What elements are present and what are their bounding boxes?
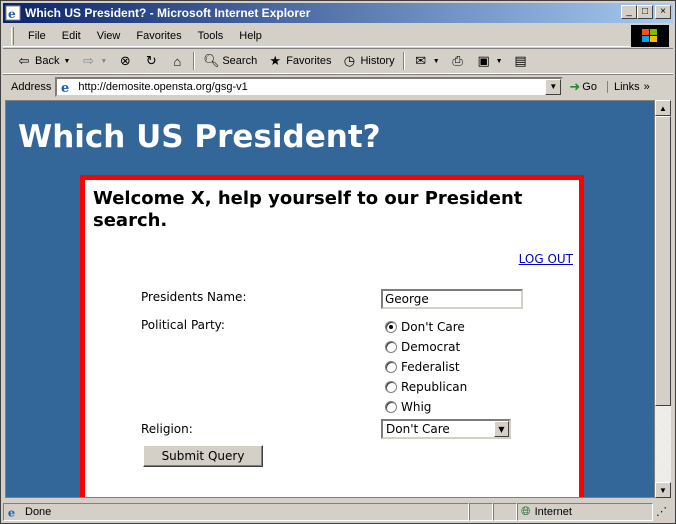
resize-grip-icon[interactable]: ⋰ [653, 503, 671, 521]
address-dropdown-icon[interactable]: ▼ [545, 78, 562, 95]
security-zone-pane: 🌐︎ Internet [517, 502, 653, 521]
edit-dropdown-icon[interactable]: ▼ [496, 58, 503, 65]
status-pane [493, 502, 517, 521]
edit-icon: ▣ [477, 53, 490, 68]
page-viewport: Which US President? Welcome X, help your… [5, 100, 655, 498]
print-icon: ⎙ [452, 53, 463, 68]
toolbar-separator [193, 52, 196, 70]
go-arrow-icon: ➜ [569, 78, 581, 94]
menu-view[interactable]: View [89, 30, 129, 42]
toolbar-separator [402, 52, 405, 70]
address-input[interactable]: e http://demosite.opensta.org/gsg-v1 ▼ [55, 76, 564, 97]
page-title: Which US President? [18, 119, 381, 155]
party-option-whig[interactable]: Whig [385, 400, 431, 414]
discuss-icon: ▤ [514, 53, 527, 68]
window-title: Which US President? - Microsoft Internet… [25, 6, 311, 20]
stop-button[interactable]: ⊗ [112, 50, 138, 72]
svg-text:e: e [8, 505, 15, 519]
radio-button[interactable] [385, 361, 397, 373]
favorites-icon: ★ [269, 53, 282, 68]
page-icon: e [61, 81, 69, 95]
history-button[interactable]: ◷ History [336, 50, 399, 72]
scroll-thumb[interactable] [655, 116, 671, 406]
address-label: Address [11, 80, 52, 93]
browser-window: e Which US President? - Microsoft Intern… [0, 0, 676, 524]
globe-icon: 🌐︎ [521, 504, 531, 518]
status-bar: e Done 🌐︎ Internet ⋰ [3, 501, 673, 522]
menu-favorites[interactable]: Favorites [128, 30, 189, 42]
back-button[interactable]: ⇦ Back ▼ [11, 50, 75, 72]
address-url: http://demosite.opensta.org/gsg-v1 [78, 80, 248, 93]
refresh-icon: ↻ [145, 53, 157, 68]
menu-grip [11, 26, 14, 45]
refresh-button[interactable]: ↻ [138, 50, 164, 72]
mail-icon: ✉ [415, 53, 427, 68]
menu-help[interactable]: Help [231, 30, 270, 42]
minimize-button[interactable]: _ [621, 5, 637, 19]
favorites-button[interactable]: ★ Favorites [262, 50, 336, 72]
discuss-button[interactable]: ▤ [508, 50, 534, 72]
forward-arrow-icon: ⇨ [82, 53, 94, 68]
forward-dropdown-icon[interactable]: ▼ [100, 58, 107, 65]
party-option-democrat[interactable]: Democrat [385, 340, 460, 354]
chevron-down-icon[interactable]: ▼ [494, 421, 509, 437]
submit-query-button[interactable]: Submit Query [143, 445, 263, 467]
menu-file[interactable]: File [20, 30, 54, 42]
party-option-dont-care[interactable]: Don't Care [385, 320, 465, 334]
status-text-pane: e Done [3, 502, 469, 521]
radio-button[interactable] [385, 321, 397, 333]
edit-button[interactable]: ▣ ▼ [471, 50, 508, 72]
search-button[interactable]: 🔍︎ Search [198, 50, 262, 72]
radio-button[interactable] [385, 381, 397, 393]
search-panel: Welcome X, help yourself to our Presiden… [80, 175, 584, 497]
radio-button[interactable] [385, 401, 397, 413]
mail-button[interactable]: ✉ ▼ [408, 50, 445, 72]
chevron-right-icon[interactable]: » [644, 81, 650, 93]
svg-text:e: e [61, 81, 69, 95]
windows-logo-icon [631, 25, 669, 47]
forward-button[interactable]: ⇨ ▼ [75, 50, 112, 72]
page-done-icon: e [8, 505, 15, 519]
vertical-scrollbar[interactable]: ▲ ▼ [655, 100, 671, 498]
home-icon: ⌂ [173, 53, 182, 69]
political-party-label: Political Party: [141, 318, 225, 332]
scroll-up-icon[interactable]: ▲ [655, 100, 671, 116]
welcome-heading: Welcome X, help yourself to our Presiden… [93, 188, 523, 231]
title-bar[interactable]: e Which US President? - Microsoft Intern… [3, 3, 673, 23]
religion-select[interactable]: Don't Care ▼ [381, 419, 511, 439]
status-pane [469, 502, 493, 521]
back-dropdown-icon[interactable]: ▼ [63, 58, 70, 65]
mail-dropdown-icon[interactable]: ▼ [433, 58, 440, 65]
party-option-federalist[interactable]: Federalist [385, 360, 460, 374]
president-name-input[interactable]: George [381, 289, 523, 309]
president-name-label: Presidents Name: [141, 290, 247, 304]
address-bar: Address e http://demosite.opensta.org/gs… [3, 74, 673, 98]
search-icon: 🔍︎ [203, 53, 220, 68]
logout-link[interactable]: LOG OUT [519, 252, 573, 266]
radio-button[interactable] [385, 341, 397, 353]
menu-bar: File Edit View Favorites Tools Help [3, 25, 631, 47]
print-button[interactable]: ⎙ [445, 50, 471, 72]
links-button[interactable]: Links [606, 80, 640, 93]
party-option-republican[interactable]: Republican [385, 380, 467, 394]
standard-toolbar: ⇦ Back ▼ ⇨ ▼ ⊗ ↻ ⌂ 🔍︎ Search ★ Favorites… [3, 48, 673, 74]
back-arrow-icon: ⇦ [18, 53, 30, 68]
menu-edit[interactable]: Edit [54, 30, 89, 42]
ie-icon: e [5, 5, 21, 21]
go-button[interactable]: ➜ Go [569, 79, 597, 95]
menu-tools[interactable]: Tools [190, 30, 232, 42]
home-button[interactable]: ⌂ [164, 50, 190, 72]
svg-text:e: e [8, 7, 16, 21]
scroll-down-icon[interactable]: ▼ [655, 482, 671, 498]
close-button[interactable]: × [655, 5, 671, 19]
history-icon: ◷ [343, 53, 356, 68]
religion-selected-value: Don't Care [386, 422, 450, 436]
stop-icon: ⊗ [119, 53, 131, 68]
religion-label: Religion: [141, 422, 193, 436]
maximize-button[interactable]: □ [637, 5, 653, 19]
